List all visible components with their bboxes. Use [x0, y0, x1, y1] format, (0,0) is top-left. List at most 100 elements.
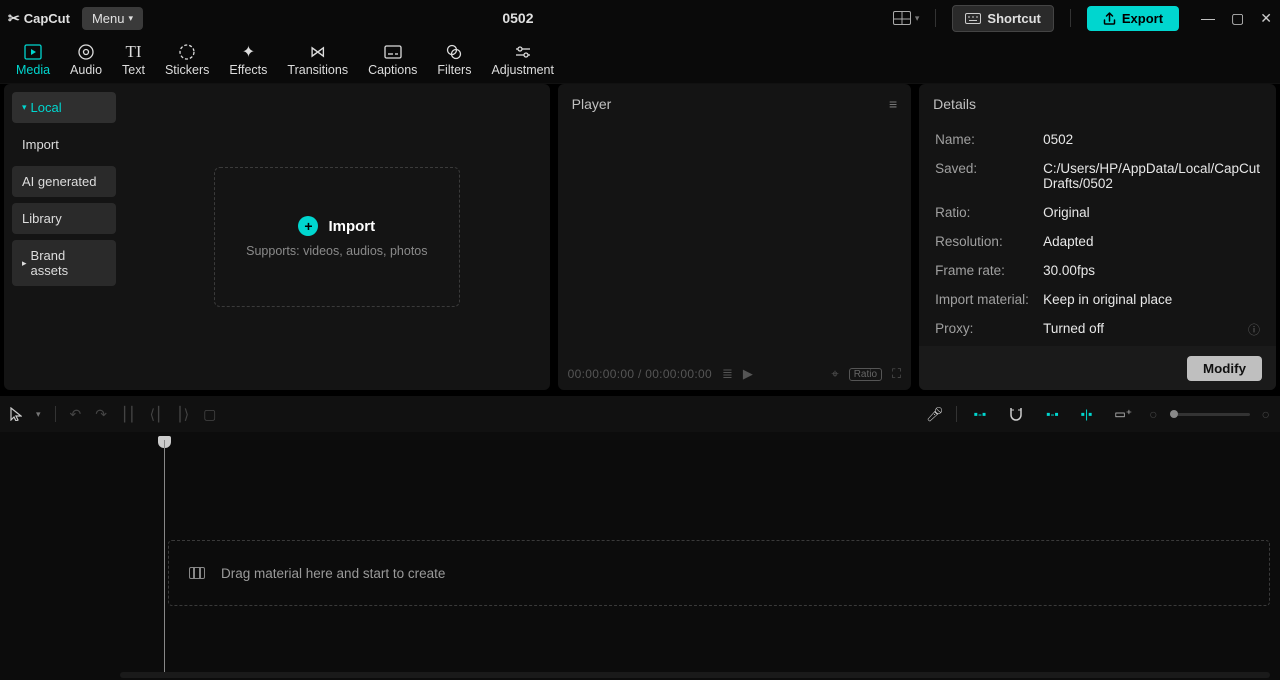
tab-effects[interactable]: ✦ Effects: [219, 36, 277, 83]
cover-icon[interactable]: ▭⁺: [1109, 405, 1137, 423]
adjustment-icon: [514, 43, 532, 61]
mic-icon[interactable]: 🎤︎: [926, 406, 944, 423]
detail-row-ratio: Ratio:Original: [935, 205, 1260, 220]
caret-down-icon: ▾: [22, 102, 27, 113]
divider: [935, 9, 936, 27]
detail-row-name: Name:0502: [935, 132, 1260, 147]
details-header: Details: [919, 84, 1276, 124]
titlebar: ✂ CapCut Menu ▾ 0502 ▾ Shortcut Export —…: [0, 0, 1280, 36]
trim-left-icon[interactable]: ⟨⎮: [150, 406, 163, 423]
sidebar-item-label: Local: [31, 100, 62, 115]
export-button[interactable]: Export: [1087, 6, 1179, 31]
details-title: Details: [933, 96, 976, 112]
ratio-button[interactable]: Ratio: [849, 368, 882, 381]
import-subtext: Supports: videos, audios, photos: [246, 244, 427, 258]
info-icon[interactable]: ⓘ: [1248, 321, 1260, 338]
detail-row-framerate: Frame rate:30.00fps: [935, 263, 1260, 278]
sidebar-item-local[interactable]: ▾ Local: [12, 92, 116, 123]
focus-icon[interactable]: ⌖: [831, 366, 838, 382]
detail-label: Import material:: [935, 292, 1043, 307]
detail-value: C:/Users/HP/AppData/Local/CapCut Drafts/…: [1043, 161, 1260, 191]
zoom-slider[interactable]: [1170, 413, 1250, 416]
player-title: Player: [572, 96, 612, 112]
detail-label: Saved:: [935, 161, 1043, 191]
tab-label: Effects: [229, 63, 267, 77]
details-footer: Modify: [919, 346, 1276, 390]
divider: [55, 406, 56, 422]
player-timecode: 00:00:00:00 / 00:00:00:00: [568, 367, 712, 381]
tab-label: Stickers: [165, 63, 209, 77]
tab-filters[interactable]: Filters: [427, 36, 481, 83]
sidebar-item-library[interactable]: Library: [12, 203, 116, 234]
modify-button[interactable]: Modify: [1187, 356, 1262, 381]
timeline-scrollbar[interactable]: [120, 672, 1270, 678]
layout-button[interactable]: ▾: [893, 11, 920, 25]
preview-icon[interactable]: ▪|▪: [1076, 405, 1098, 423]
project-title: 0502: [143, 10, 893, 26]
play-button[interactable]: ▶: [743, 366, 753, 382]
snap-icon[interactable]: ▪-▪: [969, 405, 992, 423]
maximize-button[interactable]: ▢: [1231, 10, 1244, 27]
sidebar-item-import[interactable]: Import: [12, 129, 116, 160]
tab-media[interactable]: Media: [6, 36, 60, 83]
cursor-tool-icon[interactable]: [10, 407, 22, 421]
tab-captions[interactable]: Captions: [358, 36, 427, 83]
tab-transitions[interactable]: ⋈ Transitions: [277, 36, 358, 83]
captions-icon: [384, 43, 402, 61]
detail-row-saved: Saved:C:/Users/HP/AppData/Local/CapCut D…: [935, 161, 1260, 191]
zoom-out-icon[interactable]: ○: [1149, 406, 1157, 422]
chevron-down-icon: ▾: [915, 13, 920, 24]
close-button[interactable]: ✕: [1260, 10, 1272, 27]
zoom-in-icon[interactable]: ○: [1262, 406, 1270, 422]
fullscreen-icon[interactable]: ⛶: [892, 366, 901, 382]
detail-label: Frame rate:: [935, 263, 1043, 278]
shortcut-label: Shortcut: [987, 11, 1040, 26]
detail-value: Turned off: [1043, 321, 1242, 338]
list-icon[interactable]: ≣: [722, 366, 733, 382]
delete-icon[interactable]: ▢: [203, 406, 216, 423]
caret-right-icon: ▸: [22, 258, 27, 269]
shortcut-button[interactable]: Shortcut: [952, 5, 1053, 32]
divider: [956, 406, 957, 422]
transitions-icon: ⋈: [310, 43, 326, 61]
audio-icon: [78, 43, 94, 61]
player-menu-icon[interactable]: ≡: [889, 96, 897, 112]
keyboard-icon: [965, 13, 981, 24]
detail-value: Adapted: [1043, 234, 1260, 249]
tab-adjustment[interactable]: Adjustment: [481, 36, 564, 83]
app-logo: ✂ CapCut: [8, 10, 70, 27]
redo-icon[interactable]: ↷: [95, 406, 107, 423]
tab-stickers[interactable]: Stickers: [155, 36, 219, 83]
minimize-button[interactable]: —: [1201, 10, 1215, 27]
tab-label: Captions: [368, 63, 417, 77]
detail-label: Resolution:: [935, 234, 1043, 249]
dropzone-hint: Drag material here and start to create: [221, 566, 445, 581]
timeline-dropzone[interactable]: Drag material here and start to create: [168, 540, 1270, 606]
split-icon[interactable]: ⎮⎮: [121, 406, 136, 423]
zoom-handle[interactable]: [1170, 410, 1178, 418]
sidebar-item-ai[interactable]: AI generated: [12, 166, 116, 197]
titlebar-right: ▾ Shortcut Export — ▢ ✕: [893, 5, 1272, 32]
tab-text[interactable]: TI Text: [112, 36, 155, 83]
divider: [1070, 9, 1071, 27]
tab-audio[interactable]: Audio: [60, 36, 112, 83]
import-row: + Import: [298, 216, 375, 236]
link-icon[interactable]: ▪-▪: [1041, 405, 1064, 423]
timeline-toolbar-right: 🎤︎ ▪-▪ ▪-▪ ▪|▪ ▭⁺ ○ ○: [926, 405, 1270, 423]
stickers-icon: [179, 43, 195, 61]
detail-label: Name:: [935, 132, 1043, 147]
detail-value: 0502: [1043, 132, 1260, 147]
import-dropzone[interactable]: + Import Supports: videos, audios, photo…: [214, 167, 460, 307]
chevron-down-icon[interactable]: ▾: [36, 409, 41, 420]
trim-right-icon[interactable]: ⎮⟩: [176, 406, 189, 423]
sidebar-item-brand[interactable]: ▸Brand assets: [12, 240, 116, 286]
timeline[interactable]: Drag material here and start to create: [0, 432, 1280, 680]
magnet-icon[interactable]: [1003, 405, 1029, 423]
playhead-line: [164, 440, 165, 674]
undo-icon[interactable]: ↶: [70, 406, 82, 423]
menu-button[interactable]: Menu ▾: [82, 7, 143, 30]
detail-label: Proxy:: [935, 321, 1043, 338]
top-tabs: Media Audio TI Text Stickers ✦ Effects ⋈…: [0, 36, 1280, 84]
film-icon: [189, 567, 205, 579]
media-icon: [24, 43, 42, 61]
